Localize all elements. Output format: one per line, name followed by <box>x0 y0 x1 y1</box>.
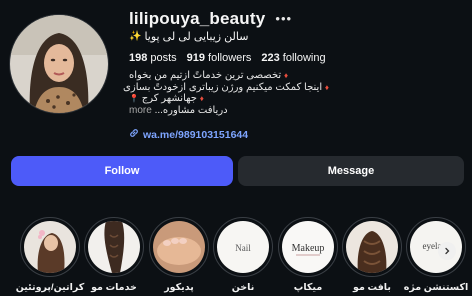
profile-username: lilipouya_beauty <box>129 9 266 28</box>
ellipsis-icon[interactable]: ••• <box>275 11 292 26</box>
highlight-label: میکاپ <box>293 282 323 293</box>
bio-more-link[interactable]: more <box>129 105 152 116</box>
bio-line: دریافت مشاوره... more <box>129 104 228 116</box>
highlight-item[interactable]: پدیکور <box>148 217 210 293</box>
pin-icon: 📍 <box>129 94 139 103</box>
bio-line: ♦ تخصصی ترین خدماتً ازتیم من بخواه <box>129 70 289 81</box>
message-button[interactable]: Message <box>238 156 464 186</box>
profile-avatar[interactable] <box>9 14 109 114</box>
highlight-ring <box>342 217 402 277</box>
chevron-right-icon <box>443 242 451 260</box>
hair-treatment-icon <box>24 221 76 273</box>
pedicure-icon <box>153 221 205 273</box>
follow-button[interactable]: Follow <box>11 156 233 186</box>
highlight-ring: eyelash <box>406 217 466 277</box>
bio-line: ♦ جهانشهر کرج 📍 <box>129 93 204 104</box>
username-row: lilipouya_beauty ••• <box>129 8 292 30</box>
link-icon <box>129 128 139 141</box>
highlight-item[interactable]: کراتین/پروتئین <box>16 217 84 293</box>
story-highlights: کراتین/پروتئین خدمات مو پدیکور Nail ناخن… <box>0 217 472 296</box>
highlight-label: کراتین/پروتئین <box>15 282 85 293</box>
highlight-label: اکستنشن مژه <box>403 282 469 293</box>
highlight-item[interactable]: خدمات مو <box>83 217 145 293</box>
red-diamond-icon: ♦ <box>284 71 289 80</box>
profile-bio: ♦ تخصصی ترین خدماتً ازتیم من بخواه ♦ این… <box>123 70 329 116</box>
highlight-item[interactable]: eyelash اکستنشن مژه <box>403 217 469 293</box>
highlight-ring <box>84 217 144 277</box>
nails-icon: Nail <box>217 221 269 273</box>
profile-stats: 198 posts 919 followers 223 following <box>129 52 326 64</box>
highlight-ring <box>149 217 209 277</box>
full-name-text: سالن زیبایی لی لی پویا <box>144 31 249 43</box>
highlights-next-button[interactable] <box>438 242 456 260</box>
profile-full-name: ✨ سالن زیبایی لی لی پویا <box>129 30 248 44</box>
highlight-item[interactable]: Makeup میکاپ <box>277 217 339 293</box>
followers-stat[interactable]: 919 followers <box>187 52 252 64</box>
red-diamond-icon: ♦ <box>199 94 204 103</box>
hair-braid-icon <box>88 221 140 273</box>
highlight-label: خدمات مو <box>91 282 137 293</box>
nails-text: Nail <box>235 243 251 253</box>
highlight-label: پدیکور <box>164 282 194 293</box>
red-diamond-icon: ♦ <box>324 82 329 92</box>
hair-weave-icon <box>346 221 398 273</box>
posts-stat: 198 posts <box>129 52 177 64</box>
highlight-item[interactable]: Nail ناخن <box>212 217 274 293</box>
bio-line: ♦ اینجا کمکت میکنیم ورژن زیباتری ازخودتً… <box>123 81 329 93</box>
highlight-ring <box>20 217 80 277</box>
profile-link[interactable]: wa.me/989103151644 <box>129 128 248 141</box>
highlight-label: ناخن <box>231 282 255 293</box>
highlight-label: بافت مو <box>353 282 391 293</box>
following-stat[interactable]: 223 following <box>261 52 325 64</box>
makeup-icon: Makeup <box>282 221 334 273</box>
highlight-item[interactable]: بافت مو <box>341 217 403 293</box>
highlight-ring: Makeup <box>278 217 338 277</box>
highlight-ring: Nail <box>213 217 273 277</box>
makeup-text: Makeup <box>292 243 325 254</box>
link-text: wa.me/989103151644 <box>143 128 249 141</box>
sparkles-icon: ✨ <box>129 31 142 42</box>
